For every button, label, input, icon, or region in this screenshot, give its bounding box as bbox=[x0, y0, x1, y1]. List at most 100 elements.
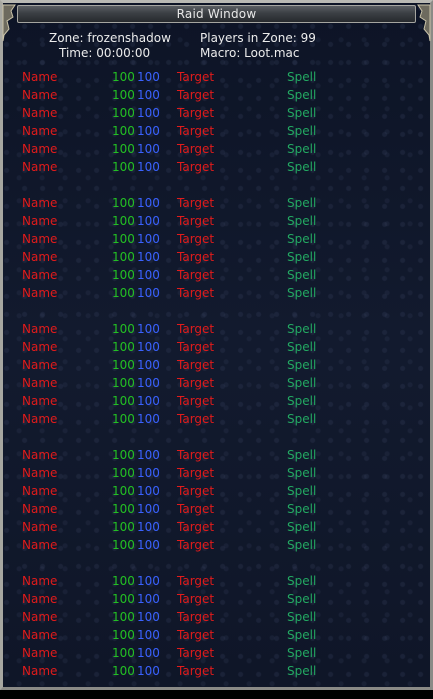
member-name[interactable]: Name bbox=[22, 627, 57, 643]
raid-member-row[interactable]: Name 100 100 Target Spell bbox=[3, 537, 430, 555]
member-target[interactable]: Target bbox=[177, 159, 214, 175]
member-name[interactable]: Name bbox=[22, 267, 57, 283]
member-name[interactable]: Name bbox=[22, 393, 57, 409]
raid-member-row[interactable]: Name 100 100 Target Spell bbox=[3, 213, 430, 231]
raid-member-row[interactable]: Name 100 100 Target Spell bbox=[3, 141, 430, 159]
raid-member-row[interactable]: Name 100 100 Target Spell bbox=[3, 483, 430, 501]
member-name[interactable]: Name bbox=[22, 645, 57, 661]
raid-member-row[interactable]: Name 100 100 Target Spell bbox=[3, 357, 430, 375]
raid-group: Name 100 100 Target Spell Name 100 100 Target Spe… bbox=[3, 447, 430, 555]
raid-member-row[interactable]: Name 100 100 Target Spell bbox=[3, 663, 430, 681]
member-target[interactable]: Target bbox=[177, 69, 214, 85]
raid-member-row[interactable]: Name 100 100 Target Spell bbox=[3, 69, 430, 87]
member-target[interactable]: Target bbox=[177, 141, 214, 157]
member-name[interactable]: Name bbox=[22, 141, 57, 157]
raid-member-row[interactable]: Name 100 100 Target Spell bbox=[3, 231, 430, 249]
member-name[interactable]: Name bbox=[22, 87, 57, 103]
member-name[interactable]: Name bbox=[22, 159, 57, 175]
member-name[interactable]: Name bbox=[22, 591, 57, 607]
member-target[interactable]: Target bbox=[177, 519, 214, 535]
raid-member-row[interactable]: Name 100 100 Target Spell bbox=[3, 411, 430, 429]
member-target[interactable]: Target bbox=[177, 285, 214, 301]
raid-member-row[interactable]: Name 100 100 Target Spell bbox=[3, 195, 430, 213]
raid-member-row[interactable]: Name 100 100 Target Spell bbox=[3, 285, 430, 303]
member-name[interactable]: Name bbox=[22, 195, 57, 211]
member-target[interactable]: Target bbox=[177, 357, 214, 373]
member-name[interactable]: Name bbox=[22, 483, 57, 499]
member-name[interactable]: Name bbox=[22, 519, 57, 535]
raid-group: Name 100 100 Target Spell Name 100 100 Target Spe… bbox=[3, 321, 430, 429]
member-name[interactable]: Name bbox=[22, 501, 57, 517]
member-target[interactable]: Target bbox=[177, 321, 214, 337]
raid-member-row[interactable]: Name 100 100 Target Spell bbox=[3, 87, 430, 105]
member-name[interactable]: Name bbox=[22, 123, 57, 139]
member-name[interactable]: Name bbox=[22, 357, 57, 373]
raid-member-row[interactable]: Name 100 100 Target Spell bbox=[3, 501, 430, 519]
member-name[interactable]: Name bbox=[22, 249, 57, 265]
member-target[interactable]: Target bbox=[177, 609, 214, 625]
raid-group: Name 100 100 Target Spell Name 100 100 Target Spe… bbox=[3, 573, 430, 681]
member-target[interactable]: Target bbox=[177, 591, 214, 607]
raid-member-row[interactable]: Name 100 100 Target Spell bbox=[3, 465, 430, 483]
member-name[interactable]: Name bbox=[22, 285, 57, 301]
member-name[interactable]: Name bbox=[22, 609, 57, 625]
member-hp: 100 bbox=[112, 574, 135, 588]
member-target[interactable]: Target bbox=[177, 339, 214, 355]
member-target[interactable]: Target bbox=[177, 663, 214, 679]
member-target[interactable]: Target bbox=[177, 195, 214, 211]
member-target[interactable]: Target bbox=[177, 483, 214, 499]
member-target[interactable]: Target bbox=[177, 537, 214, 553]
member-target[interactable]: Target bbox=[177, 411, 214, 427]
raid-member-row[interactable]: Name 100 100 Target Spell bbox=[3, 393, 430, 411]
member-mana: 100 bbox=[137, 448, 160, 462]
raid-member-row[interactable]: Name 100 100 Target Spell bbox=[3, 105, 430, 123]
member-target[interactable]: Target bbox=[177, 501, 214, 517]
member-name[interactable]: Name bbox=[22, 447, 57, 463]
member-target[interactable]: Target bbox=[177, 267, 214, 283]
member-name[interactable]: Name bbox=[22, 411, 57, 427]
member-target[interactable]: Target bbox=[177, 627, 214, 643]
raid-member-row[interactable]: Name 100 100 Target Spell bbox=[3, 267, 430, 285]
raid-member-row[interactable]: Name 100 100 Target Spell bbox=[3, 447, 430, 465]
member-mana: 100 bbox=[137, 646, 160, 660]
member-name[interactable]: Name bbox=[22, 105, 57, 121]
member-target[interactable]: Target bbox=[177, 375, 214, 391]
member-name[interactable]: Name bbox=[22, 375, 57, 391]
raid-member-row[interactable]: Name 100 100 Target Spell bbox=[3, 249, 430, 267]
member-target[interactable]: Target bbox=[177, 645, 214, 661]
member-hp: 100 bbox=[112, 268, 135, 282]
member-target[interactable]: Target bbox=[177, 87, 214, 103]
raid-member-row[interactable]: Name 100 100 Target Spell bbox=[3, 339, 430, 357]
title-bar[interactable]: Raid Window bbox=[17, 5, 416, 23]
raid-member-row[interactable]: Name 100 100 Target Spell bbox=[3, 627, 430, 645]
member-target[interactable]: Target bbox=[177, 213, 214, 229]
member-name[interactable]: Name bbox=[22, 213, 57, 229]
raid-member-row[interactable]: Name 100 100 Target Spell bbox=[3, 645, 430, 663]
raid-member-row[interactable]: Name 100 100 Target Spell bbox=[3, 519, 430, 537]
raid-member-row[interactable]: Name 100 100 Target Spell bbox=[3, 573, 430, 591]
raid-member-row[interactable]: Name 100 100 Target Spell bbox=[3, 123, 430, 141]
raid-member-row[interactable]: Name 100 100 Target Spell bbox=[3, 591, 430, 609]
raid-member-row[interactable]: Name 100 100 Target Spell bbox=[3, 375, 430, 393]
member-name[interactable]: Name bbox=[22, 663, 57, 679]
member-name[interactable]: Name bbox=[22, 573, 57, 589]
member-target[interactable]: Target bbox=[177, 573, 214, 589]
member-name[interactable]: Name bbox=[22, 339, 57, 355]
member-name[interactable]: Name bbox=[22, 321, 57, 337]
member-target[interactable]: Target bbox=[177, 249, 214, 265]
member-hp: 100 bbox=[112, 484, 135, 498]
member-target[interactable]: Target bbox=[177, 105, 214, 121]
raid-member-row[interactable]: Name 100 100 Target Spell bbox=[3, 159, 430, 177]
raid-member-row[interactable]: Name 100 100 Target Spell bbox=[3, 321, 430, 339]
member-name[interactable]: Name bbox=[22, 465, 57, 481]
member-target[interactable]: Target bbox=[177, 465, 214, 481]
member-name[interactable]: Name bbox=[22, 69, 57, 85]
member-name[interactable]: Name bbox=[22, 537, 57, 553]
member-target[interactable]: Target bbox=[177, 393, 214, 409]
member-name[interactable]: Name bbox=[22, 231, 57, 247]
member-hp: 100 bbox=[112, 286, 135, 300]
member-target[interactable]: Target bbox=[177, 447, 214, 463]
raid-member-row[interactable]: Name 100 100 Target Spell bbox=[3, 609, 430, 627]
member-target[interactable]: Target bbox=[177, 231, 214, 247]
member-target[interactable]: Target bbox=[177, 123, 214, 139]
